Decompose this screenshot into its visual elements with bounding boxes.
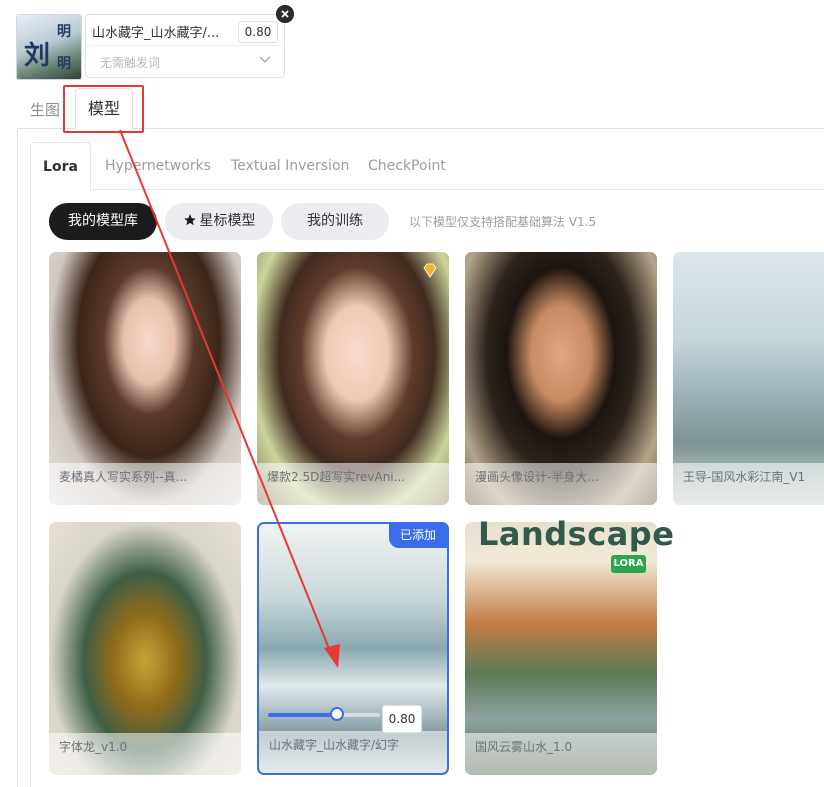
tab-checkpoint[interactable]: CheckPoint xyxy=(368,158,446,174)
tab-textual-inversion[interactable]: Textual Inversion xyxy=(231,158,349,174)
thumb-char: 刘 xyxy=(24,41,51,71)
card-title-text: Landscape xyxy=(478,515,675,553)
panel-border xyxy=(30,189,31,787)
my-training-button[interactable]: 我的训练 xyxy=(281,203,389,240)
star-icon xyxy=(183,214,196,226)
model-caption: 王导-国风水彩江南_V1 xyxy=(683,470,806,484)
model-card[interactable]: 漫画头像设计-半身大... xyxy=(465,252,657,505)
my-library-button[interactable]: 我的模型库 xyxy=(49,203,157,240)
tab-hypernetworks[interactable]: Hypernetworks xyxy=(105,158,211,174)
tab-generate[interactable]: 生图 xyxy=(30,99,60,120)
weight-slider-fill xyxy=(268,713,337,717)
model-caption: 漫画头像设计-半身大... xyxy=(475,470,599,484)
tab-lora[interactable]: Lora xyxy=(30,142,91,192)
close-icon[interactable] xyxy=(276,5,294,23)
model-card[interactable]: 王导-国风水彩江南_V1 xyxy=(673,252,824,505)
subtab-divider xyxy=(30,189,824,190)
lora-tag: LORA xyxy=(611,555,646,573)
model-card[interactable]: 爆款2.5D超写实revAni... xyxy=(257,252,449,505)
model-card-selected[interactable]: 山水藏字_山水藏字/幻字 xyxy=(257,522,449,775)
starred-label: 星标模型 xyxy=(199,213,256,229)
weight-input[interactable]: 0.80 xyxy=(382,705,422,733)
divider xyxy=(86,45,282,46)
lora-weight-input[interactable]: 0.80 xyxy=(238,21,278,43)
algorithm-note: 以下模型仅支持搭配基础算法 V1.5 xyxy=(409,215,597,229)
model-caption: 爆款2.5D超写实revAni... xyxy=(267,470,406,484)
weight-slider-handle[interactable] xyxy=(330,707,344,721)
model-caption: 字体龙_v1.0 xyxy=(59,740,128,754)
thumb-char: 明 xyxy=(57,56,71,72)
chevron-down-icon[interactable] xyxy=(258,52,272,66)
model-caption: 国风云雾山水_1.0 xyxy=(475,740,573,754)
added-badge: 已添加 xyxy=(389,523,447,548)
model-caption: 麦橘真人写实系列--真... xyxy=(59,470,188,484)
starred-models-button[interactable]: 星标模型 xyxy=(165,203,273,240)
annotation-highlight xyxy=(63,85,144,133)
panel-border xyxy=(17,128,18,787)
lora-thumbnail: 刘 明 明 xyxy=(16,14,82,80)
thumb-char: 明 xyxy=(57,24,71,40)
trigger-word-select[interactable]: 无需触发词 xyxy=(100,54,160,71)
model-card[interactable]: 麦橘真人写实系列--真... xyxy=(49,252,241,505)
diamond-icon xyxy=(423,263,437,278)
model-caption: 山水藏字_山水藏字/幻字 xyxy=(269,738,400,752)
selected-lora-name: 山水藏字_山水藏字/... xyxy=(92,26,220,41)
model-card[interactable]: 字体龙_v1.0 xyxy=(49,522,241,775)
